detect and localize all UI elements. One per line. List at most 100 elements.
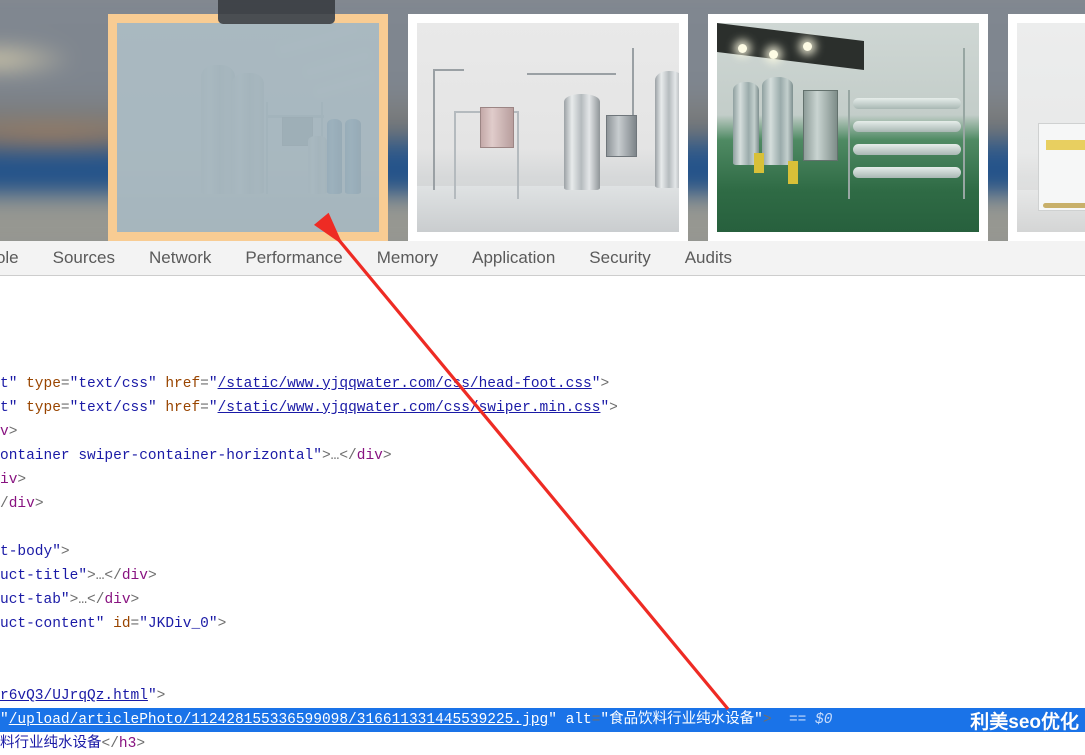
code-token: " bbox=[548, 712, 557, 728]
code-token: alt bbox=[566, 712, 592, 728]
code-token: " bbox=[148, 688, 157, 704]
gallery-item-4[interactable] bbox=[1008, 14, 1085, 241]
code-token: = bbox=[61, 400, 70, 416]
dom-node-line[interactable]: uct-title">…</div> bbox=[0, 564, 1085, 588]
inspect-tooltip: img | bbox=[218, 0, 335, 24]
code-token: = bbox=[61, 376, 70, 392]
code-token: > bbox=[35, 496, 44, 512]
control-cabinet bbox=[803, 90, 837, 161]
code-token: </ bbox=[339, 448, 356, 464]
product-photo-3[interactable] bbox=[717, 23, 979, 232]
code-token: </ bbox=[104, 568, 121, 584]
ro-membrane bbox=[853, 98, 960, 109]
dom-node-line[interactable]: v> bbox=[0, 420, 1085, 444]
code-token: > bbox=[148, 568, 157, 584]
ro-membrane bbox=[853, 144, 960, 155]
rack bbox=[517, 111, 519, 199]
elements-dom-tree[interactable]: t" type="text/css" href="/static/www.yjq… bbox=[0, 276, 1085, 755]
tab-performance[interactable]: Performance bbox=[228, 241, 359, 275]
dom-node-line[interactable]: t" type="text/css" href="/static/www.yjq… bbox=[0, 372, 1085, 396]
dom-node-line[interactable]: uct-tab">…</div> bbox=[0, 588, 1085, 612]
dom-node-line[interactable]: ontainer swiper-container-horizontal">…<… bbox=[0, 444, 1085, 468]
dom-node-line[interactable]: t-body"> bbox=[0, 540, 1085, 564]
dom-node-line[interactable]: /div> bbox=[0, 492, 1085, 516]
dom-node-line[interactable] bbox=[0, 660, 1085, 684]
code-token: … bbox=[78, 592, 87, 608]
code-token: ontainer swiper-container-horizontal" bbox=[0, 448, 322, 464]
code-token: t-body" bbox=[0, 544, 61, 560]
code-token: > bbox=[600, 376, 609, 392]
tab-application[interactable]: Application bbox=[455, 241, 572, 275]
code-token: "text/css" bbox=[70, 400, 157, 416]
code-token: div bbox=[357, 448, 383, 464]
dom-node-line[interactable] bbox=[0, 516, 1085, 540]
code-token: > bbox=[763, 712, 772, 728]
code-token: /upload/articlePhoto/112428155336599098/… bbox=[9, 712, 549, 728]
floor bbox=[417, 186, 679, 232]
gallery-item-2[interactable] bbox=[408, 14, 688, 241]
code-token: id bbox=[113, 616, 130, 632]
code-token: = bbox=[200, 400, 209, 416]
code-token: v bbox=[0, 424, 9, 440]
tab-memory[interactable]: Memory bbox=[360, 241, 455, 275]
code-token: > bbox=[131, 592, 140, 608]
storage-tank bbox=[655, 71, 679, 188]
product-photo-2[interactable] bbox=[417, 23, 679, 232]
code-token: > bbox=[61, 544, 70, 560]
code-token: "text/css" bbox=[70, 376, 157, 392]
code-token: r6vQ3/UJrqQz.html bbox=[0, 688, 148, 704]
dom-node-line[interactable]: uct-content" id="JKDiv_0"> bbox=[0, 612, 1085, 636]
pipe bbox=[527, 73, 616, 75]
tab-security[interactable]: Security bbox=[572, 241, 667, 275]
code-token: > bbox=[136, 736, 145, 752]
code-token: type bbox=[26, 400, 61, 416]
code-token: type bbox=[26, 376, 61, 392]
inspect-highlight-margin: img | bbox=[108, 14, 388, 241]
product-photo-4[interactable] bbox=[1017, 23, 1085, 232]
code-token: t" bbox=[0, 376, 26, 392]
code-token: "食品饮料行业纯水设备" bbox=[600, 712, 762, 728]
door-sign bbox=[1046, 140, 1085, 150]
pipe bbox=[963, 48, 965, 198]
dom-node-selected[interactable]: "/upload/articlePhoto/112428155336599098… bbox=[0, 708, 1085, 732]
browser-page-viewport: img | bbox=[0, 0, 1085, 241]
tab-console[interactable]: nsole bbox=[0, 241, 36, 275]
code-token: /static/www.yjqqwater.com/css/swiper.min… bbox=[218, 400, 601, 416]
pipe bbox=[433, 69, 464, 71]
dom-node-line[interactable]: r6vQ3/UJrqQz.html"> bbox=[0, 684, 1085, 708]
ceiling-light-icon bbox=[738, 44, 747, 53]
dom-node-line[interactable]: iv> bbox=[0, 468, 1085, 492]
devtools-panel: nsole Sources Network Performance Memory… bbox=[0, 241, 1085, 755]
code-token: > bbox=[383, 448, 392, 464]
code-token: > bbox=[218, 616, 227, 632]
pipe bbox=[848, 90, 850, 199]
room-door bbox=[1038, 123, 1085, 211]
dom-node-line[interactable]: 料行业纯水设备</h3> bbox=[0, 732, 1085, 755]
dosing-drum bbox=[754, 153, 764, 174]
tab-sources[interactable]: Sources bbox=[36, 241, 132, 275]
dom-node-line[interactable] bbox=[0, 636, 1085, 660]
code-token: > bbox=[87, 568, 96, 584]
screenshot-root: img | nsole Sources Network Performance … bbox=[0, 0, 1085, 755]
code-token: " bbox=[209, 376, 218, 392]
tab-network[interactable]: Network bbox=[132, 241, 228, 275]
dom-node-line[interactable]: t" type="text/css" href="/static/www.yjq… bbox=[0, 396, 1085, 420]
code-token: "JKDiv_0" bbox=[139, 616, 217, 632]
devtools-tab-bar: nsole Sources Network Performance Memory… bbox=[0, 241, 1085, 276]
code-token: iv bbox=[0, 472, 17, 488]
code-token: href bbox=[165, 376, 200, 392]
code-token: </ bbox=[102, 736, 119, 752]
code-token: /static/www.yjqqwater.com/css/head-foot.… bbox=[218, 376, 592, 392]
code-token bbox=[104, 616, 113, 632]
code-token: uct-title" bbox=[0, 568, 87, 584]
gallery-item-3[interactable] bbox=[708, 14, 988, 241]
inspect-highlight-content bbox=[117, 23, 379, 232]
code-token: " bbox=[209, 400, 218, 416]
tab-audits[interactable]: Audits bbox=[668, 241, 749, 275]
storage-tank bbox=[564, 94, 601, 190]
code-token: uct-tab" bbox=[0, 592, 70, 608]
code-token: " bbox=[0, 712, 9, 728]
code-token: " bbox=[600, 400, 609, 416]
electrical-cabinet bbox=[606, 115, 637, 157]
code-token: > bbox=[322, 448, 331, 464]
